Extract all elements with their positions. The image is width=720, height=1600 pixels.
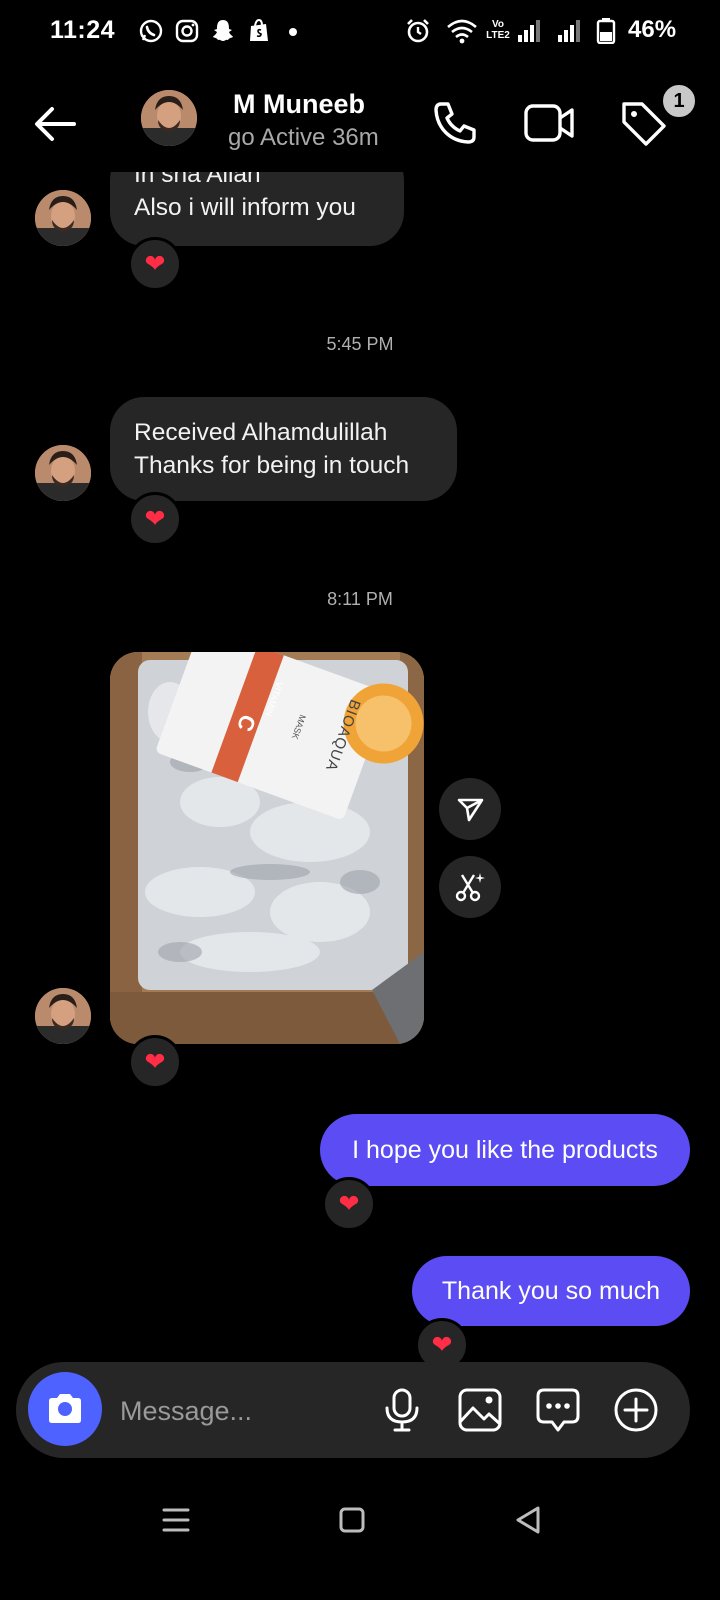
home-nav-icon[interactable] xyxy=(332,1500,372,1540)
incoming-message-bubble[interactable]: In sha Allah Also i will inform you xyxy=(110,172,404,246)
outgoing-message-bubble[interactable]: I hope you like the products xyxy=(320,1114,690,1186)
contact-avatar[interactable] xyxy=(141,90,197,146)
heart-icon: ❤ xyxy=(144,250,166,278)
contact-active-status: go Active 36m xyxy=(228,124,379,151)
notification-badge: 1 xyxy=(660,82,698,120)
more-notifications-dot xyxy=(289,28,297,36)
phone-call-icon[interactable] xyxy=(428,96,482,150)
send-icon xyxy=(457,798,484,822)
message-text: Thank you so much xyxy=(441,1276,661,1305)
contact-name[interactable]: M Muneeb xyxy=(233,89,365,120)
heart-icon: ❤ xyxy=(338,1190,360,1218)
heart-icon: ❤ xyxy=(144,505,166,533)
timestamp: 8:11 PM xyxy=(327,589,393,609)
message-input[interactable] xyxy=(118,1386,372,1436)
scissors-sparkle-icon xyxy=(455,873,485,902)
incoming-message-bubble[interactable]: Received Alhamdulillah Thanks for being … xyxy=(110,397,457,501)
message-text: I hope you like the products xyxy=(352,1135,658,1164)
signal-icon xyxy=(518,20,540,42)
snapchat-icon xyxy=(213,20,233,41)
microphone-icon[interactable] xyxy=(378,1386,426,1434)
message-text: In sha Allah xyxy=(134,172,261,188)
volte-indicator: Vo LTE2 xyxy=(486,19,510,41)
sender-avatar[interactable] xyxy=(35,988,91,1044)
alarm-icon xyxy=(407,19,429,43)
sticker-chat-icon[interactable] xyxy=(534,1386,582,1434)
timestamp: 5:45 PM xyxy=(326,334,394,354)
status-time: 11:24 xyxy=(50,16,116,44)
add-icon[interactable] xyxy=(612,1386,660,1434)
heart-reaction[interactable]: ❤ xyxy=(322,1177,376,1231)
heart-icon: ❤ xyxy=(144,1048,166,1076)
avatar-image xyxy=(35,190,91,246)
avatar-image xyxy=(141,90,197,146)
status-bar: 11:24 Vo LTE2 46% xyxy=(0,0,720,64)
heart-reaction[interactable]: ❤ xyxy=(128,237,182,291)
whatsapp-icon xyxy=(139,19,163,43)
battery-icon xyxy=(596,18,616,44)
message-text: Received Alhamdulillah xyxy=(134,419,388,446)
share-button[interactable] xyxy=(439,778,501,840)
sender-avatar[interactable] xyxy=(35,190,91,246)
message-clip-area: In sha Allah Also i will inform you xyxy=(0,172,720,262)
heart-reaction[interactable]: ❤ xyxy=(128,492,182,546)
outgoing-message-bubble[interactable]: Thank you so much xyxy=(412,1256,690,1326)
camera-button[interactable] xyxy=(28,1372,102,1446)
message-text: Also i will inform you xyxy=(134,194,356,221)
heart-reaction[interactable]: ❤ xyxy=(128,1035,182,1089)
shopify-icon xyxy=(250,18,268,41)
camera-icon xyxy=(49,1394,81,1423)
menu-nav-icon[interactable] xyxy=(156,1500,196,1540)
instagram-icon xyxy=(175,19,199,43)
battery-percent: 46% xyxy=(628,16,677,43)
avatar-image xyxy=(35,445,91,501)
video-call-icon[interactable] xyxy=(522,96,576,150)
remix-button[interactable] xyxy=(439,856,501,918)
message-text: Thanks for being in touch xyxy=(134,452,410,479)
sender-avatar[interactable] xyxy=(35,445,91,501)
back-arrow-icon[interactable] xyxy=(28,96,84,152)
signal-icon-sim2 xyxy=(558,20,580,42)
wifi-icon xyxy=(447,19,477,44)
back-nav-icon[interactable] xyxy=(508,1500,548,1540)
photo-message[interactable]: BIOAQUA C VITAMIN MASK xyxy=(110,652,424,1044)
gallery-icon[interactable] xyxy=(456,1386,504,1434)
heart-icon: ❤ xyxy=(431,1331,453,1359)
avatar-image xyxy=(35,988,91,1044)
